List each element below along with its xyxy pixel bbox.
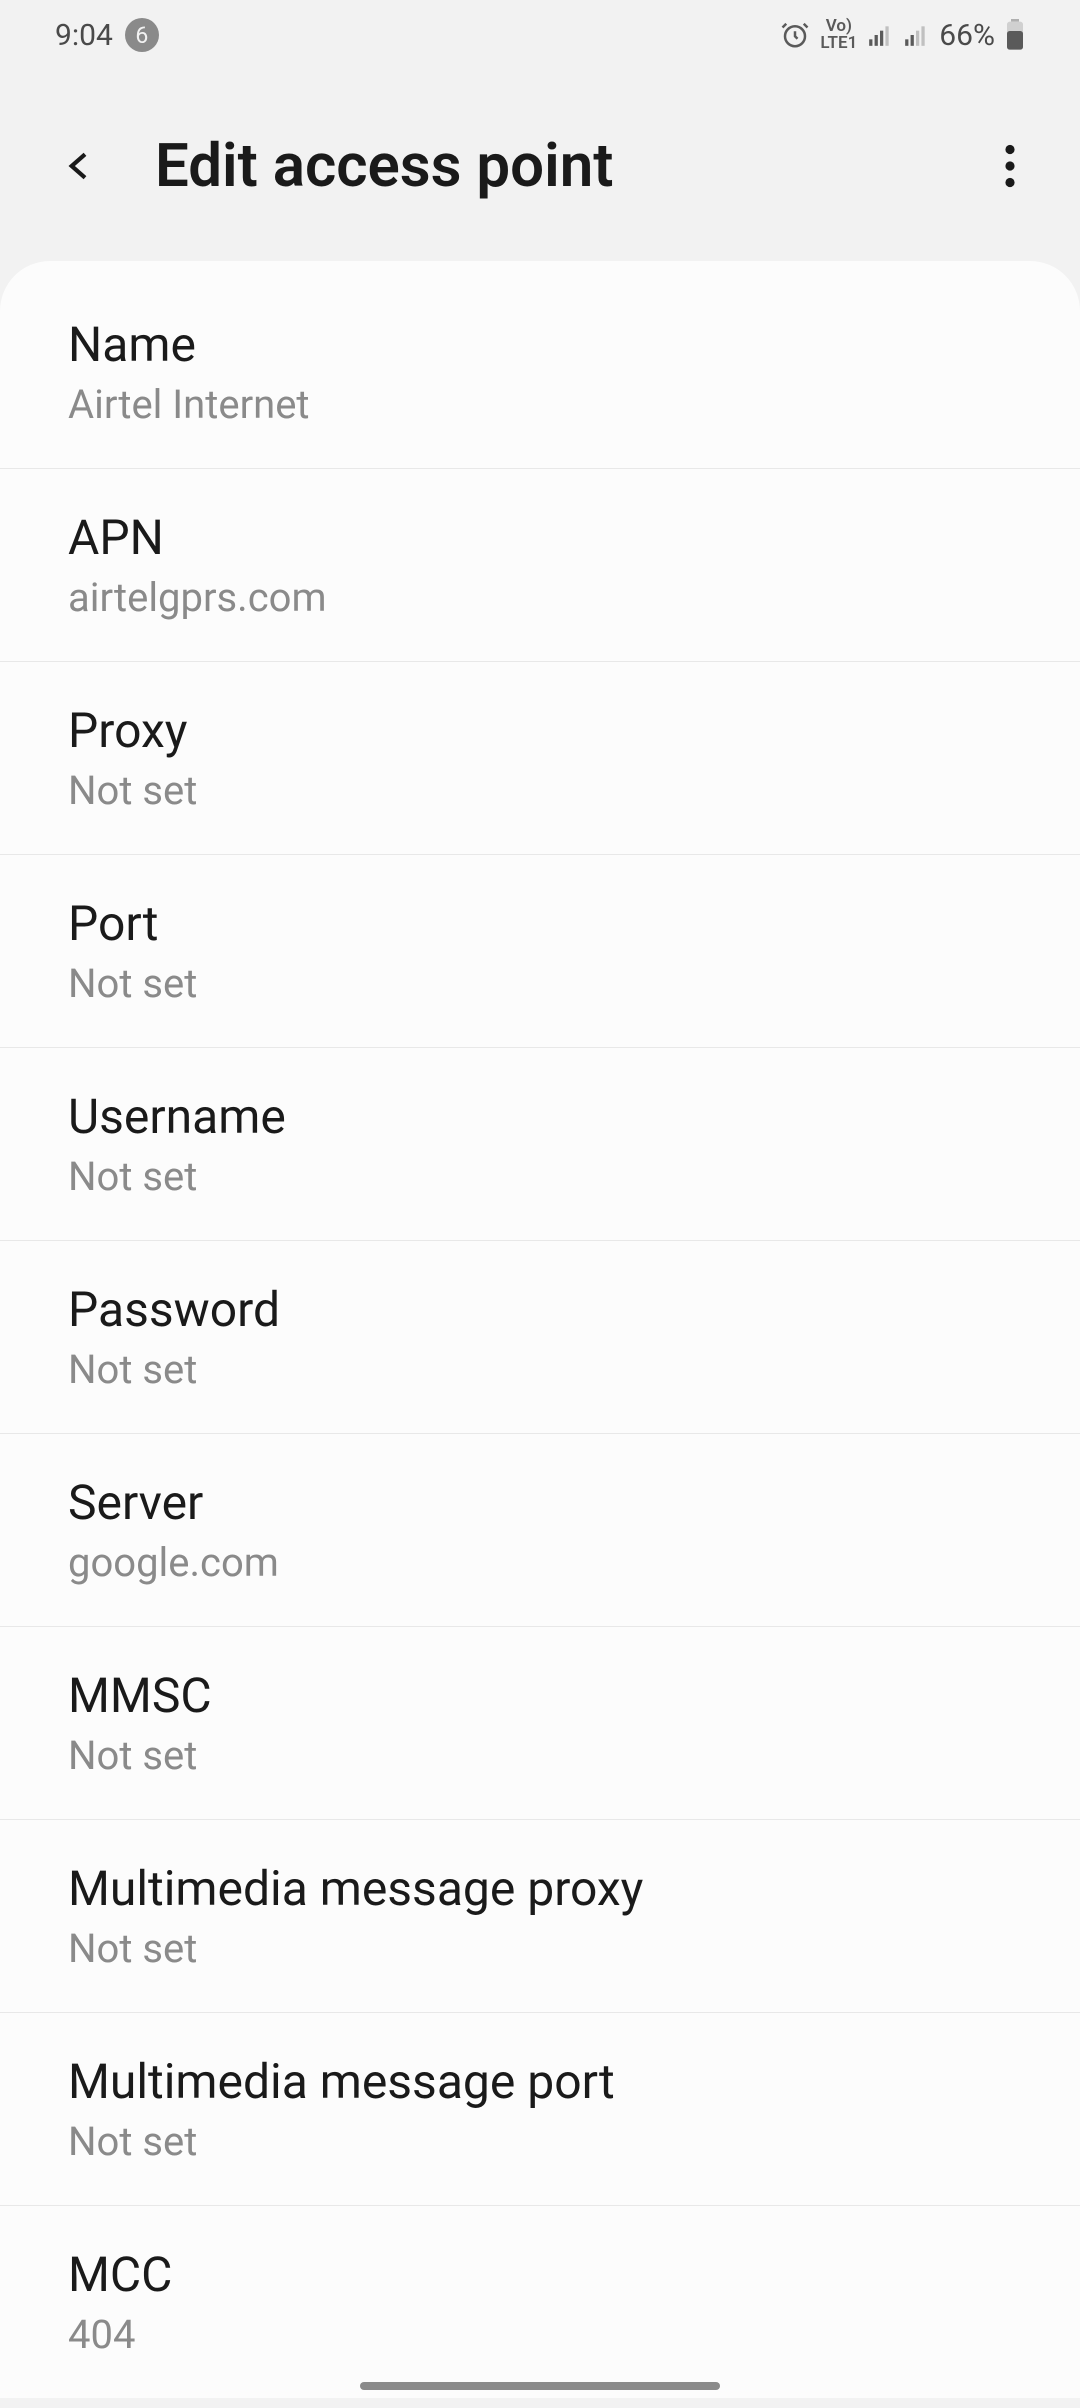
volte-icon: Vo)LTE1 (820, 18, 857, 52)
setting-label: APN (68, 509, 1012, 566)
more-options-button[interactable] (980, 136, 1040, 196)
setting-mcc[interactable]: MCC 404 (0, 2206, 1080, 2398)
setting-value: airtelgprs.com (68, 574, 1012, 621)
signal-2-icon (903, 22, 929, 48)
chevron-left-icon (60, 141, 100, 191)
status-right: Vo)LTE1 66% (780, 18, 1025, 53)
setting-label: MMSC (68, 1667, 1012, 1724)
clock-time: 9:04 (55, 18, 113, 53)
setting-label: Multimedia message proxy (68, 1860, 1012, 1917)
setting-value: Not set (68, 1925, 1012, 1972)
setting-label: Password (68, 1281, 1012, 1338)
setting-username[interactable]: Username Not set (0, 1048, 1080, 1241)
setting-proxy[interactable]: Proxy Not set (0, 662, 1080, 855)
setting-label: Port (68, 895, 1012, 952)
status-bar: 9:04 6 Vo)LTE1 (0, 0, 1080, 70)
battery-percent: 66% (939, 18, 995, 53)
setting-value: Not set (68, 960, 1012, 1007)
setting-label: Proxy (68, 702, 1012, 759)
setting-port[interactable]: Port Not set (0, 855, 1080, 1048)
battery-icon (1005, 19, 1025, 51)
setting-password[interactable]: Password Not set (0, 1241, 1080, 1434)
setting-apn[interactable]: APN airtelgprs.com (0, 469, 1080, 662)
more-vertical-icon (1004, 144, 1016, 188)
setting-server[interactable]: Server google.com (0, 1434, 1080, 1627)
setting-mms-proxy[interactable]: Multimedia message proxy Not set (0, 1820, 1080, 2013)
setting-label: Multimedia message port (68, 2053, 1012, 2110)
status-left: 9:04 6 (55, 18, 159, 53)
setting-label: MCC (68, 2246, 1012, 2303)
setting-label: Name (68, 316, 1012, 373)
setting-value: Airtel Internet (68, 381, 1012, 428)
notification-count-badge: 6 (125, 18, 159, 52)
page-header: Edit access point (0, 70, 1080, 261)
setting-value: Not set (68, 1346, 1012, 1393)
setting-value: Not set (68, 1153, 1012, 1200)
setting-value: 404 (68, 2311, 1012, 2358)
setting-name[interactable]: Name Airtel Internet (0, 276, 1080, 469)
alarm-icon (780, 20, 810, 50)
home-indicator[interactable] (360, 2382, 720, 2390)
setting-label: Username (68, 1088, 1012, 1145)
setting-value: Not set (68, 767, 1012, 814)
setting-mms-port[interactable]: Multimedia message port Not set (0, 2013, 1080, 2206)
back-button[interactable] (50, 136, 110, 196)
setting-label: Server (68, 1474, 1012, 1531)
setting-mmsc[interactable]: MMSC Not set (0, 1627, 1080, 1820)
settings-card: Name Airtel Internet APN airtelgprs.com … (0, 261, 1080, 2398)
setting-value: google.com (68, 1539, 1012, 1586)
setting-value: Not set (68, 2118, 1012, 2165)
signal-1-icon (867, 22, 893, 48)
setting-value: Not set (68, 1732, 1012, 1779)
page-title: Edit access point (155, 130, 935, 201)
